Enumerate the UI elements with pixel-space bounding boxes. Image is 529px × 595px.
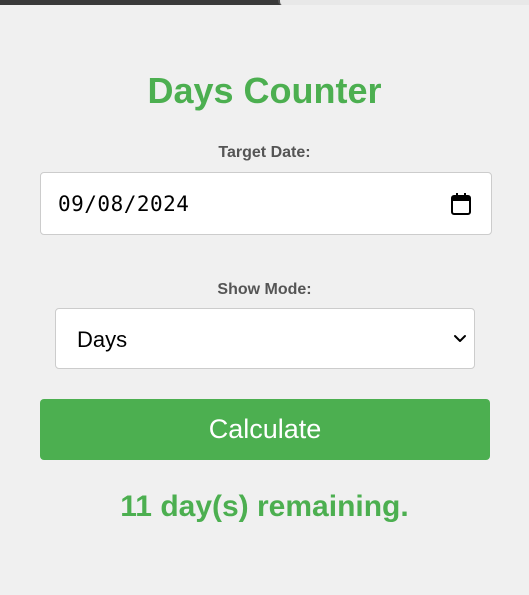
target-date-value: 09/08/2024 bbox=[58, 192, 190, 216]
days-counter-app: Days Counter Target Date: 09/08/2024 Sho… bbox=[0, 5, 529, 595]
show-mode-select[interactable]: Days bbox=[55, 308, 475, 369]
target-date-input[interactable]: 09/08/2024 bbox=[40, 172, 492, 235]
show-mode-selected-value: Days bbox=[77, 327, 128, 352]
calculate-button[interactable]: Calculate bbox=[40, 399, 490, 460]
target-date-label: Target Date: bbox=[218, 144, 311, 161]
result-text: 11 day(s) remaining. bbox=[120, 490, 409, 523]
chevron-down-icon bbox=[454, 335, 466, 342]
calendar-icon[interactable] bbox=[450, 192, 472, 216]
show-mode-label: Show Mode: bbox=[217, 281, 312, 298]
page-title: Days Counter bbox=[147, 70, 382, 111]
